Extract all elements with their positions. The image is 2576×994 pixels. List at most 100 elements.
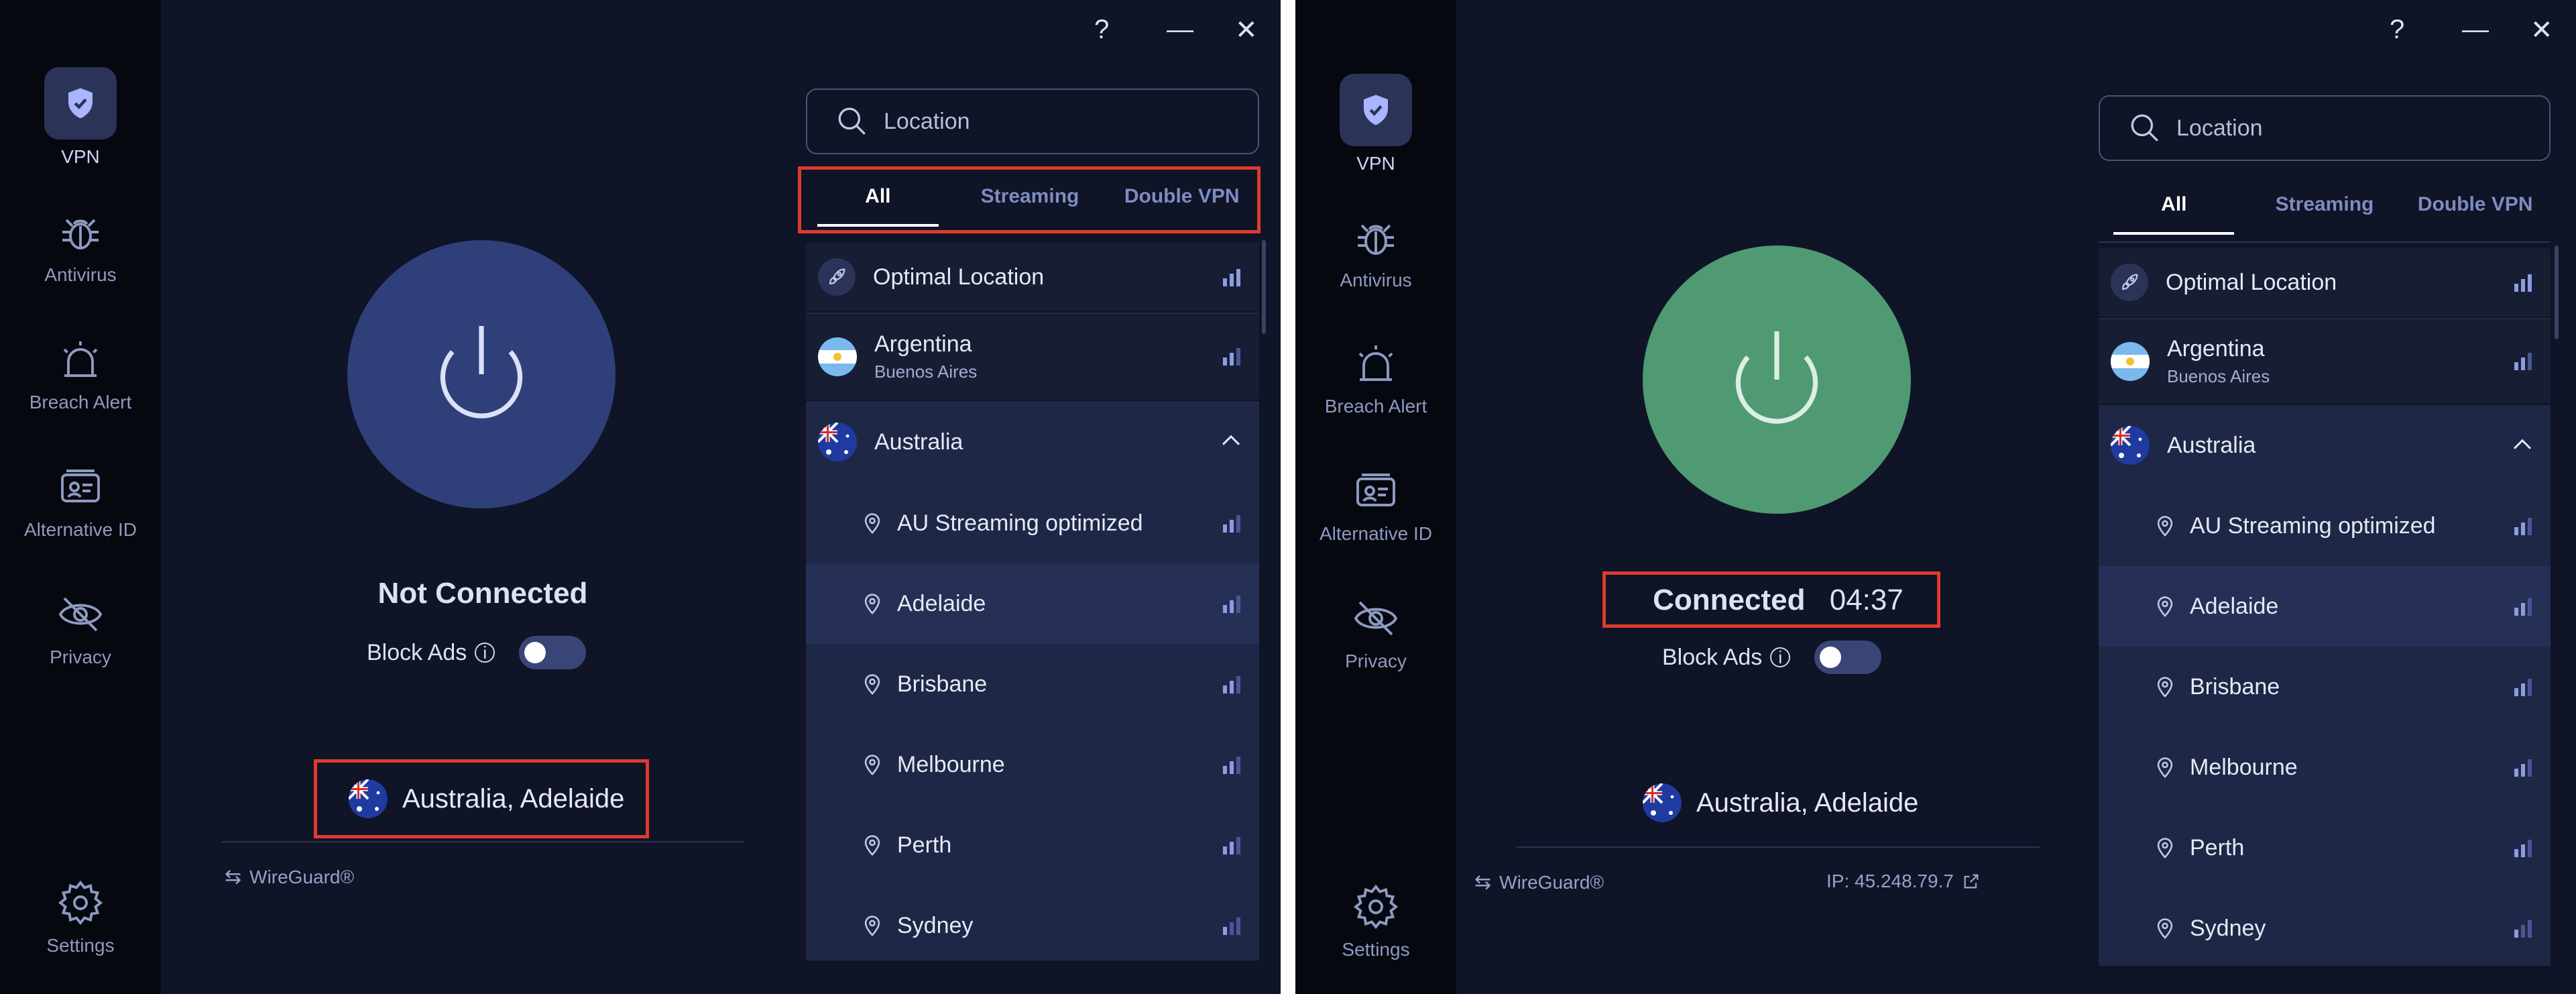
connection-status: Not Connected xyxy=(377,577,588,610)
scrollbar[interactable] xyxy=(1262,240,1266,334)
list-item-melbourne[interactable]: Melbourne xyxy=(806,724,1259,805)
argentina-flag-icon xyxy=(2111,342,2150,381)
id-card-icon xyxy=(1356,474,1395,506)
sidebar-item-label: Alternative ID xyxy=(23,519,137,540)
eye-slash-icon xyxy=(1354,601,1398,636)
protocol-selector[interactable]: ⇆ WireGuard® xyxy=(225,865,354,889)
close-button[interactable]: ✕ xyxy=(2530,15,2553,46)
external-link-icon[interactable] xyxy=(1962,872,1981,891)
list-item-au-streaming[interactable]: AU Streaming optimized xyxy=(2099,486,2551,566)
sidebar-item-label: Settings xyxy=(46,935,115,956)
list-item-optimal-location[interactable]: Optimal Location xyxy=(2099,248,2551,317)
list-item-label: Optimal Location xyxy=(873,264,1045,290)
scrollbar[interactable] xyxy=(2555,245,2559,339)
list-item-label: Perth xyxy=(897,832,952,858)
sidebar-item-label: Alternative ID xyxy=(1319,523,1433,544)
sidebar-item-settings[interactable]: Settings xyxy=(1295,883,1456,960)
swap-icon: ⇆ xyxy=(225,866,242,888)
block-ads-toggle[interactable] xyxy=(519,636,587,669)
list-item-adelaide[interactable]: Adelaide xyxy=(2099,566,2551,647)
sidebar-item-vpn[interactable]: VPN xyxy=(1295,74,1456,174)
block-ads-row: Block Ads i xyxy=(367,636,587,669)
australia-flag-icon xyxy=(2111,426,2150,465)
signal-strength-icon xyxy=(1223,347,1240,366)
info-icon[interactable]: i xyxy=(1770,647,1791,667)
ip-address: IP: 45.248.79.7 xyxy=(1826,871,1981,892)
list-item-label: Melbourne xyxy=(2190,754,2298,780)
location-pin-icon xyxy=(864,755,880,776)
location-pin-icon xyxy=(2157,838,2173,859)
list-item-australia[interactable]: Australia xyxy=(2099,405,2551,486)
list-item-argentina[interactable]: Argentina Buenos Aires xyxy=(2099,318,2551,404)
australia-flag-icon xyxy=(818,423,857,461)
vpn-window-disconnected: VPN Antivirus Breach Alert Alternative I… xyxy=(0,0,1281,994)
list-item-argentina[interactable]: Argentina Buenos Aires xyxy=(806,313,1259,400)
list-item-label: Sydney xyxy=(2190,915,2266,941)
sidebar-item-privacy[interactable]: Privacy xyxy=(1295,594,1456,672)
vpn-window-connected: VPN Antivirus Breach Alert Alternative I… xyxy=(1295,0,2576,994)
list-item-label: Argentina xyxy=(2167,336,2265,362)
chevron-up-icon[interactable] xyxy=(1220,432,1242,448)
location-pin-icon xyxy=(864,835,880,857)
list-item-australia[interactable]: Australia xyxy=(806,401,1259,483)
list-item-sydney[interactable]: Sydney xyxy=(2099,888,2551,966)
sidebar-item-label: Breach Alert xyxy=(29,392,132,412)
signal-strength-icon xyxy=(1223,594,1240,613)
list-item-optimal-location[interactable]: Optimal Location xyxy=(806,243,1259,311)
current-location[interactable]: Australia, Adelaide xyxy=(1643,783,1918,822)
list-item-label: Perth xyxy=(2190,834,2245,861)
location-pin-icon xyxy=(2157,757,2173,779)
sidebar-item-antivirus[interactable]: Antivirus xyxy=(0,208,161,286)
location-pin-icon xyxy=(2157,677,2173,698)
sidebar-item-settings[interactable]: Settings xyxy=(0,879,161,956)
sidebar-item-antivirus[interactable]: Antivirus xyxy=(1295,213,1456,291)
list-item-label: Brisbane xyxy=(2190,673,2280,700)
location-search[interactable]: Location xyxy=(806,89,1259,154)
help-button[interactable]: ? xyxy=(1094,15,1109,45)
power-button[interactable] xyxy=(1643,245,1911,514)
list-item-sydney[interactable]: Sydney xyxy=(806,885,1259,960)
tabs-divider xyxy=(2099,241,2551,243)
divider xyxy=(221,841,744,842)
sidebar-item-breach-alert[interactable]: Breach Alert xyxy=(1295,339,1456,417)
list-item-label: Australia xyxy=(874,429,963,455)
sidebar-item-privacy[interactable]: Privacy xyxy=(0,590,161,668)
list-item-label: Sydney xyxy=(897,912,974,938)
sidebar-item-alternative-id[interactable]: Alternative ID xyxy=(0,463,161,541)
sidebar-item-vpn[interactable]: VPN xyxy=(0,67,161,168)
list-item-adelaide[interactable]: Adelaide xyxy=(806,563,1259,644)
list-item-sublabel: Buenos Aires xyxy=(2167,366,2270,386)
protocol-selector[interactable]: ⇆ WireGuard® xyxy=(1474,871,1604,894)
minimize-button[interactable]: — xyxy=(1167,15,1193,45)
shield-check-icon xyxy=(1364,95,1388,125)
list-item-label: Argentina xyxy=(874,331,972,357)
list-item-perth[interactable]: Perth xyxy=(806,805,1259,885)
sidebar-item-alternative-id[interactable]: Alternative ID xyxy=(1295,467,1456,545)
info-icon[interactable]: i xyxy=(475,643,495,663)
tab-double-vpn[interactable]: Double VPN xyxy=(2400,193,2551,216)
list-item-brisbane[interactable]: Brisbane xyxy=(2099,647,2551,727)
tab-streaming[interactable]: Streaming xyxy=(2249,193,2400,216)
location-search[interactable]: Location xyxy=(2099,95,2551,161)
tab-all[interactable]: All xyxy=(2099,193,2249,235)
sidebar-item-breach-alert[interactable]: Breach Alert xyxy=(0,335,161,413)
list-item-melbourne[interactable]: Melbourne xyxy=(2099,727,2551,808)
argentina-flag-icon xyxy=(818,337,857,376)
alarm-light-icon xyxy=(1358,345,1393,381)
location-pin-icon xyxy=(2157,918,2173,940)
list-item-perth[interactable]: Perth xyxy=(2099,808,2551,888)
help-button[interactable]: ? xyxy=(2390,15,2404,45)
vpn-main: Not Connected Block Ads i Australia, Ade… xyxy=(161,0,744,994)
block-ads-toggle[interactable] xyxy=(1814,641,1882,674)
minimize-button[interactable]: — xyxy=(2462,15,2489,45)
list-item-au-streaming[interactable]: AU Streaming optimized xyxy=(806,483,1259,563)
block-ads-label: Block Ads xyxy=(367,639,467,665)
close-button[interactable]: ✕ xyxy=(1235,15,1258,46)
chevron-up-icon[interactable] xyxy=(2512,436,2533,452)
location-pin-icon xyxy=(864,513,880,535)
list-item-label: Melbourne xyxy=(897,751,1005,777)
list-item-brisbane[interactable]: Brisbane xyxy=(806,644,1259,724)
power-icon xyxy=(1735,331,1818,424)
power-button[interactable] xyxy=(347,240,616,508)
list-item-label: Australia xyxy=(2167,432,2256,458)
